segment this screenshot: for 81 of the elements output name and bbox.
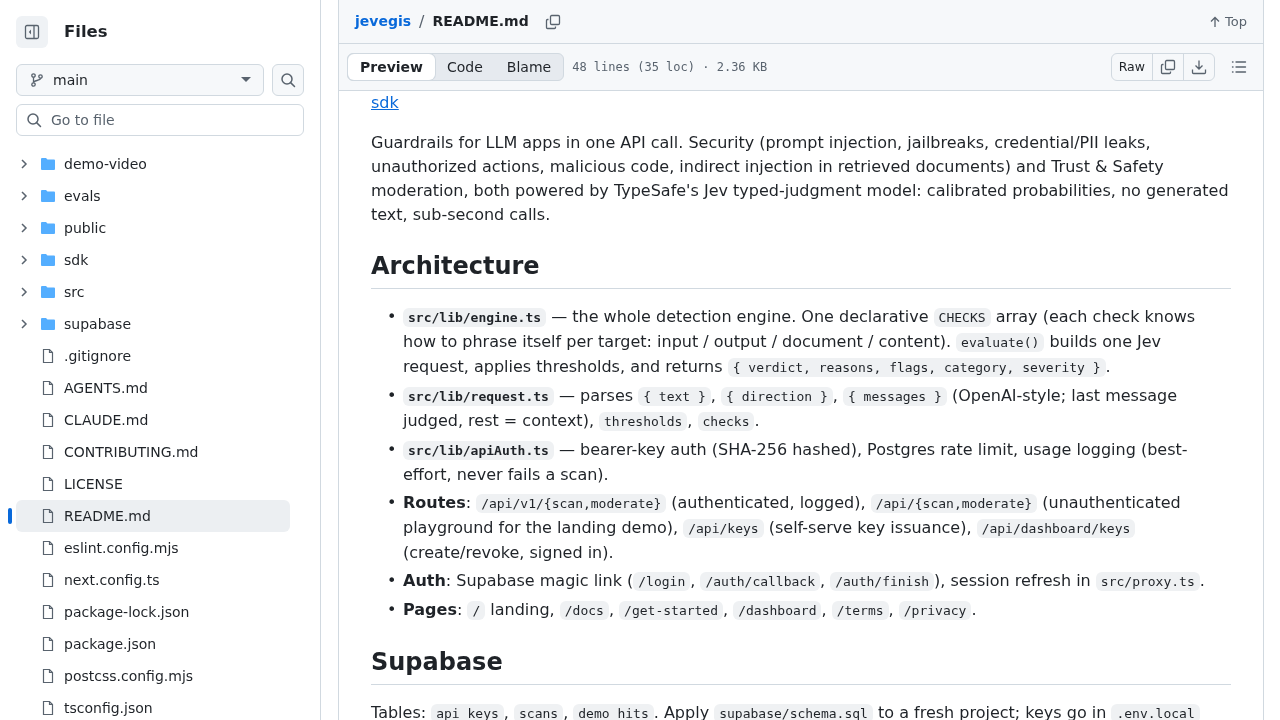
folder-icon	[40, 188, 56, 204]
chevron-icon	[20, 319, 28, 329]
file-name: README.md	[432, 12, 529, 31]
copy-path-button[interactable]	[544, 13, 561, 30]
folder-icon	[40, 316, 56, 332]
file-icon	[40, 444, 56, 460]
file-tree-item[interactable]: postcss.config.mjs	[16, 660, 290, 692]
file-tree-item[interactable]: package-lock.json	[16, 596, 290, 628]
branch-icon	[29, 72, 45, 88]
file-tree-item[interactable]: .gitignore	[16, 340, 290, 372]
list-item: src/lib/engine.ts — the whole detection engine. One declarative CHECKS array (each check knows how to phrase itself per target: input / output / document / content). evaluate() builds one Jev request, applies thresholds, and returns { verdict, reasons, flags, category, severity } .	[403, 306, 1197, 379]
sidebar-toggle-button[interactable]	[16, 16, 48, 48]
repo-link[interactable]: jevegis	[355, 11, 412, 32]
file-tree-item[interactable]: sdk	[16, 244, 290, 276]
download-icon	[1191, 59, 1207, 75]
bullet: •	[387, 385, 398, 407]
file-tree-item[interactable]: CONTRIBUTING.md	[16, 436, 290, 468]
bullet: •	[387, 599, 398, 621]
list-item: Pages: / landing, /docs , /get-started , /dashboard , /terms , /privacy .	[403, 599, 977, 622]
folder-icon	[40, 220, 56, 236]
outline-button[interactable]	[1231, 59, 1247, 75]
file-tree-item[interactable]: supabase	[16, 308, 290, 340]
file-icon	[40, 412, 56, 428]
caret-icon	[241, 77, 251, 83]
paragraph: Guardrails for LLM apps in one API call. Security (prompt injection, jailbreaks, credential/PII leaks, unauthorized actions, malicious code, indirect injection in retrieved documents) and Trust & Safety moderation, both powered by TypeSafe's Jev typed-judgment model: calibrated probabilities, no generated text, sub-second calls.	[371, 132, 1230, 226]
breadcrumb-separator: /	[419, 10, 425, 33]
branch-selector[interactable]: main	[16, 64, 264, 96]
file-tree-item[interactable]: public	[16, 212, 290, 244]
file-tree-item[interactable]: AGENTS.md	[16, 372, 290, 404]
bullet: •	[387, 439, 398, 461]
list-icon	[1231, 59, 1247, 75]
file-icon	[40, 476, 56, 492]
file-icon	[40, 636, 56, 652]
search-button[interactable]	[272, 64, 304, 96]
file-tree-item[interactable]: demo-video	[16, 148, 290, 180]
sidebar-icon	[24, 24, 40, 40]
chevron-icon	[20, 191, 28, 201]
file-icon	[40, 604, 56, 620]
copy-icon	[544, 13, 561, 30]
file-icon	[40, 540, 56, 556]
chevron-icon	[20, 159, 28, 169]
chevron-icon	[20, 287, 28, 297]
view-tab[interactable]: Blame	[494, 54, 564, 80]
folder-icon	[40, 252, 56, 268]
file-tree-item[interactable]: LICENSE	[16, 468, 290, 500]
folder-icon	[40, 156, 56, 172]
file-info: 48 lines (35 loc) · 2.36 KB	[572, 59, 768, 76]
bullet: •	[387, 492, 398, 514]
chevron-icon	[20, 223, 28, 233]
file-icon	[40, 572, 56, 588]
chevron-icon	[20, 255, 28, 265]
file-icon	[40, 348, 56, 364]
file-icon	[40, 700, 56, 716]
file-tree-item[interactable]: package.json	[16, 628, 290, 660]
section-heading: Supabase	[371, 647, 1231, 685]
file-tree-item[interactable]: src	[16, 276, 290, 308]
sidebar-title: Files	[64, 20, 108, 43]
bullet: •	[387, 570, 398, 592]
bullet: •	[387, 306, 398, 328]
copy-icon	[1160, 59, 1176, 75]
view-tab[interactable]: Preview	[348, 54, 435, 80]
sdk-link[interactable]: sdk	[371, 93, 399, 112]
arrow-up-icon	[1209, 15, 1222, 28]
file-tree-item[interactable]: next.config.ts	[16, 564, 290, 596]
folder-icon	[40, 284, 56, 300]
list-item: Auth: Supabase magic link ( /login , /auth/callback , /auth/finish ), session refresh in src/proxy.ts .	[403, 570, 1205, 593]
section-heading: Architecture	[371, 251, 1231, 289]
go-to-file-field[interactable]: Go to file	[16, 104, 304, 136]
top-link[interactable]: Top	[1209, 11, 1247, 32]
file-tree-item[interactable]: tsconfig.json	[16, 692, 290, 720]
file-icon	[40, 380, 56, 396]
search-icon	[280, 72, 296, 88]
list-item: Routes: /api/v1/{scan,moderate} (authenticated, logged), /api/{scan,moderate} (unauthenticated playground for the landing demo), /api/keys (self-serve key issuance), /api/dashboard/keys (create/revoke, signed in).	[403, 492, 1182, 564]
file-icon	[40, 668, 56, 684]
file-tree-item[interactable]: evals	[16, 180, 290, 212]
file-tree-item[interactable]: CLAUDE.md	[16, 404, 290, 436]
view-tab[interactable]: Code	[435, 54, 495, 80]
file-tree-item[interactable]: eslint.config.mjs	[16, 532, 290, 564]
list-item: src/lib/request.ts — parses { text } , { direction } , { messages } (OpenAI-style; last message judged, rest = context), thresholds , checks .	[403, 385, 1179, 433]
file-icon	[40, 508, 56, 524]
list-item: src/lib/apiAuth.ts — bearer-key auth (SHA-256 hashed), Postgres rate limit, usage logging (best-effort, never fails a scan).	[403, 439, 1189, 486]
